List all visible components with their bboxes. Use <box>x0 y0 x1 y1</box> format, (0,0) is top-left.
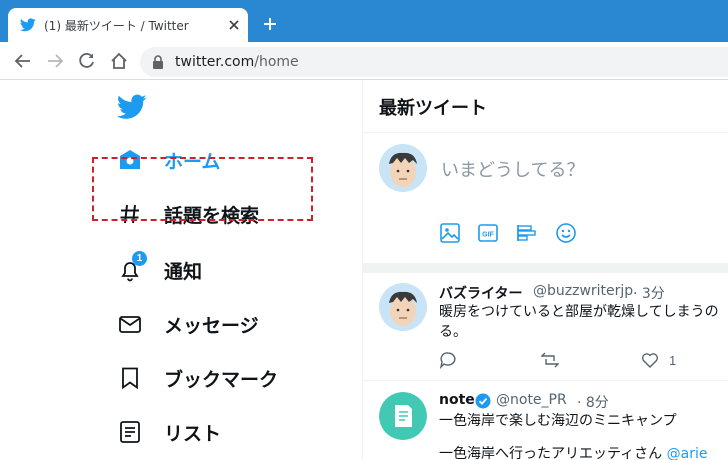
tweet-author-handle[interactable]: @buzzwriterjp <box>533 283 633 299</box>
main-timeline: 最新ツイート いまどうしてる？ GIF バズライター @buzzwriterjp… <box>362 80 728 460</box>
poll-icon[interactable] <box>515 222 537 244</box>
notification-badge: 1 <box>132 251 147 266</box>
nav-item-lists[interactable]: リスト <box>110 408 340 456</box>
tweet-text-line: 暖房をつけていると部屋が乾燥してしまうの <box>439 304 719 320</box>
tweet-item[interactable]: note @note_PR · 8分 一色海岸で楽しむ海辺のミニキャンプ 一色海… <box>363 382 728 460</box>
tweet-author-handle[interactable]: @note_PR <box>496 392 567 408</box>
nav-item-messages[interactable]: メッセージ <box>110 300 340 348</box>
browser-tab[interactable]: (1) 最新ツイート / Twitter <box>8 8 248 42</box>
lock-icon <box>153 55 163 69</box>
twitter-favicon-icon <box>20 18 36 32</box>
address-bar[interactable]: twitter.com/home <box>140 47 728 77</box>
nav-item-notifications[interactable]: 1 通知 <box>110 246 340 294</box>
highlight-annotation-box <box>92 157 313 221</box>
envelope-icon <box>119 316 141 333</box>
gif-icon[interactable]: GIF <box>477 222 499 244</box>
url-path: /home <box>254 54 299 70</box>
mention-link[interactable]: @arie <box>667 446 708 460</box>
tweet-avatar[interactable] <box>379 392 427 440</box>
tweet-author-name[interactable]: note <box>439 392 475 408</box>
close-icon[interactable] <box>226 17 242 33</box>
bookmark-icon <box>122 367 138 390</box>
timeline-header: 最新ツイート <box>363 80 728 133</box>
page-title: 最新ツイート <box>379 98 487 119</box>
nav-item-bookmarks[interactable]: ブックマーク <box>110 354 340 402</box>
section-divider <box>363 263 728 273</box>
url-text: twitter.com/home <box>175 54 299 70</box>
home-page-icon[interactable] <box>110 52 128 70</box>
list-icon <box>120 421 140 443</box>
user-avatar[interactable] <box>379 144 427 192</box>
nav-label-lists: リスト <box>164 423 222 445</box>
tweet-text-line: 一色海岸で楽しむ海辺のミニキャンプ <box>439 413 677 429</box>
browser-tabbar: (1) 最新ツイート / Twitter <box>0 0 728 42</box>
tweet-text-fragment: 一色海岸へ行ったアリエッティさん <box>439 446 663 460</box>
retweet-icon[interactable] <box>541 351 559 369</box>
compose-input[interactable]: いまどうしてる？ <box>441 156 584 182</box>
nav-label-notifications: 通知 <box>164 261 203 283</box>
new-tab-plus-icon[interactable] <box>262 16 278 32</box>
verified-badge-icon <box>475 393 491 409</box>
like-count: 1 <box>669 353 677 368</box>
svg-text:GIF: GIF <box>482 232 494 239</box>
like-heart-icon[interactable] <box>641 351 659 369</box>
emoji-icon[interactable] <box>555 222 577 244</box>
tweet-time[interactable]: · 3分 <box>633 283 665 303</box>
twitter-bird-logo-icon[interactable] <box>117 94 147 120</box>
tweet-avatar[interactable] <box>379 283 427 331</box>
forward-arrow-icon[interactable] <box>46 52 64 70</box>
tweet-text-line: る。 <box>439 324 467 340</box>
back-arrow-icon[interactable] <box>14 52 32 70</box>
nav-label-messages: メッセージ <box>164 315 259 337</box>
left-navigation: ホーム 話題を検索 1 通知 メッセージ ブックマーク リスト <box>0 80 362 460</box>
tweet-text-line: 一色海岸へ行ったアリエッティさん @arie <box>439 444 707 460</box>
tab-title: (1) 最新ツイート / Twitter <box>44 19 189 33</box>
browser-toolbar: twitter.com/home <box>0 42 728 80</box>
tweet-author-name[interactable]: バズライター <box>439 283 522 303</box>
tweet-item[interactable]: バズライター @buzzwriterjp · 3分 暖房をつけていると部屋が乾燥… <box>363 273 728 381</box>
reload-icon[interactable] <box>78 52 96 70</box>
tweet-composer: いまどうしてる？ GIF <box>363 134 728 264</box>
tweet-time[interactable]: · 8分 <box>577 392 609 412</box>
nav-label-bookmarks: ブックマーク <box>164 369 279 391</box>
url-host: twitter.com <box>175 54 255 70</box>
image-icon[interactable] <box>439 222 461 244</box>
reply-icon[interactable] <box>439 351 457 369</box>
